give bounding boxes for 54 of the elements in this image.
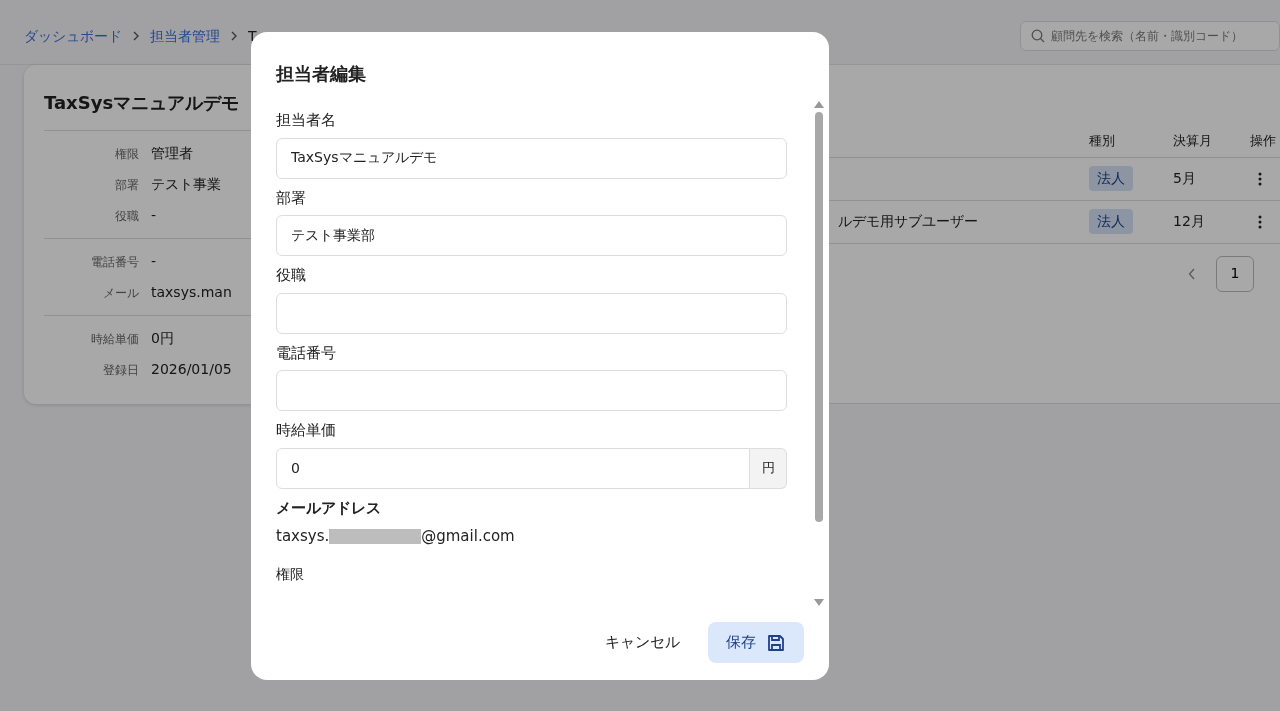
scrollbar-thumb[interactable] — [815, 112, 823, 522]
field-label: 時給単価 — [276, 420, 337, 441]
column-header: 操作 — [1250, 125, 1280, 158]
search-icon — [1031, 29, 1045, 43]
field-label: 権限 — [114, 145, 139, 163]
chevron-left-icon[interactable] — [1188, 267, 1196, 280]
field-value: 管理者 — [151, 144, 193, 163]
input-field[interactable] — [276, 292, 787, 334]
breadcrumb-link[interactable]: ダッシュボード — [24, 25, 122, 47]
field-value: - — [151, 252, 157, 271]
field-label: 電話番号 — [276, 342, 337, 364]
more-options-icon[interactable] — [1258, 214, 1262, 229]
field-label: 時給単価 — [90, 330, 139, 348]
field-label: 担当者名 — [276, 110, 337, 131]
column-header: 種別 — [1089, 125, 1173, 158]
input-field[interactable]: テスト事業部 — [276, 215, 787, 256]
field-label: 権限 — [276, 564, 305, 584]
breadcrumb-link[interactable]: 担当者管理 — [150, 25, 220, 47]
dialog-title: 担当者編集 — [276, 62, 367, 86]
settlement-month: 5月 — [1173, 169, 1196, 188]
field-value: テスト事業 — [151, 175, 221, 194]
search-field[interactable]: 顧問先を検索（名前・識別コード） — [1020, 21, 1280, 51]
more-options-icon[interactable] — [1258, 171, 1262, 186]
field-label: 役職 — [276, 265, 307, 286]
field-label: 部署 — [114, 176, 139, 194]
type-tag: 法人 — [1089, 166, 1133, 191]
chevron-right-icon — [132, 31, 140, 41]
input-field[interactable] — [276, 370, 787, 411]
breadcrumb-current: T — [248, 26, 257, 46]
email-text: @gmail.com — [421, 526, 515, 547]
scroll-up-icon[interactable] — [814, 101, 824, 108]
email-text: taxsys. — [276, 526, 330, 547]
cancel-button[interactable]: キャンセル — [601, 623, 684, 662]
field-label: 登録日 — [102, 361, 139, 379]
field-value: 2026/01/05 — [151, 360, 232, 379]
field-value: taxsys.man — [151, 283, 232, 302]
page-button[interactable]: 1 — [1216, 255, 1254, 292]
chevron-right-icon — [230, 31, 238, 41]
save-button[interactable]: 保存 — [708, 622, 804, 663]
field-label: 部署 — [276, 187, 307, 209]
field-value: - — [151, 206, 157, 225]
field-label: 役職 — [114, 207, 139, 225]
input-field[interactable]: TaxSysマニュアルデモ — [276, 137, 787, 179]
unit-addon: 円 — [750, 447, 787, 489]
scroll-down-icon[interactable] — [814, 599, 824, 606]
field-value: 0円 — [151, 329, 174, 348]
settlement-month: 12月 — [1173, 212, 1205, 231]
field-label: 電話番号 — [90, 253, 139, 271]
column-header: 決算月 — [1173, 125, 1250, 158]
field-label: メール — [102, 284, 139, 302]
type-tag: 法人 — [1089, 209, 1133, 234]
input-field[interactable]: 0 — [276, 447, 750, 489]
field-label: メールアドレス — [276, 497, 382, 519]
client-name: ルデモ用サブユーザー — [838, 212, 978, 231]
